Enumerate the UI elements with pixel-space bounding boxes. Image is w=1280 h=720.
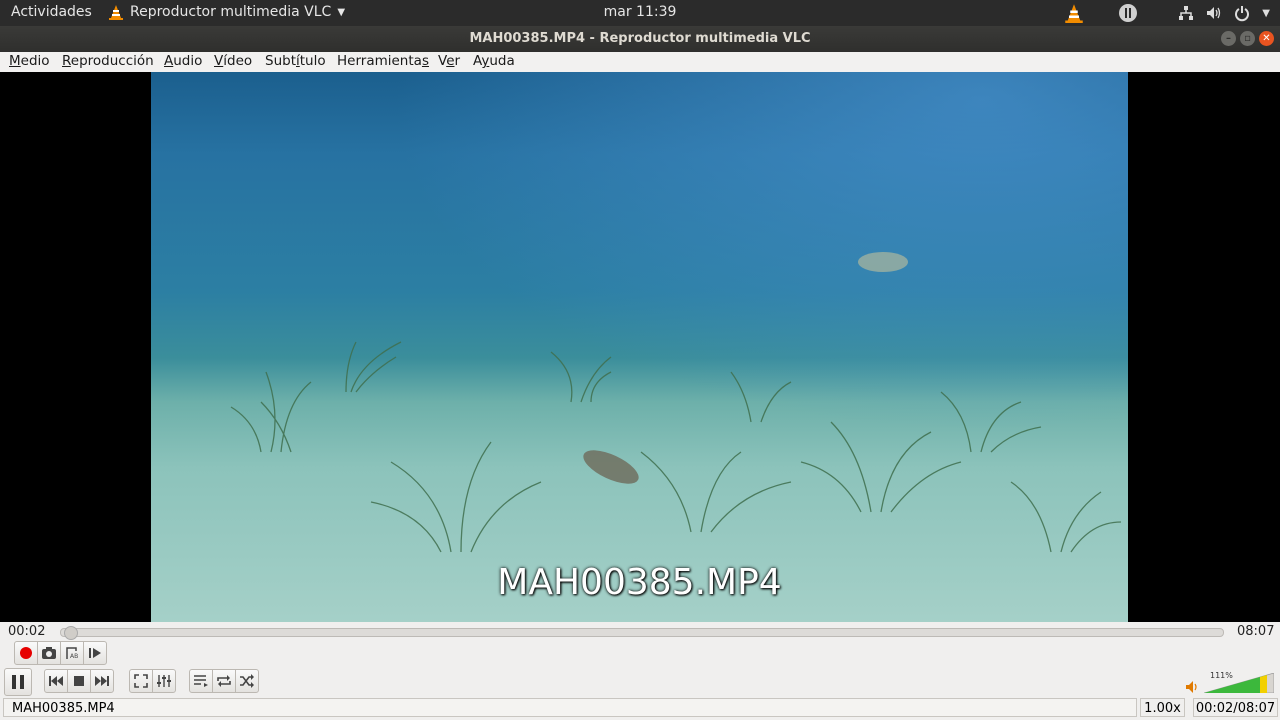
previous-button[interactable]: [44, 669, 68, 693]
window-titlebar[interactable]: MAH00385.MP4 - Reproductor multimedia VL…: [0, 26, 1280, 52]
volume-tray-icon[interactable]: [1206, 3, 1222, 23]
menu-ayuda[interactable]: Ayuda: [473, 53, 515, 69]
frame-step-button[interactable]: [83, 641, 107, 665]
clock-label: mar 11:39: [603, 4, 677, 20]
stop-icon: [74, 676, 84, 686]
shuffle-button[interactable]: [235, 669, 259, 693]
menu-video[interactable]: Vídeo: [214, 53, 252, 69]
menu-medio[interactable]: Medio: [9, 53, 50, 69]
fish-shape: [858, 252, 908, 272]
menu-subtitulo[interactable]: Subtítulo: [265, 53, 326, 69]
camera-icon: [42, 647, 56, 659]
video-area[interactable]: MAH00385.MP4: [0, 72, 1280, 622]
pause-icon: [12, 675, 24, 689]
next-button[interactable]: [90, 669, 114, 693]
status-bar: MAH00385.MP4 1.00x 00:02/08:07: [0, 698, 1280, 720]
loop-ab-button[interactable]: AB: [60, 641, 84, 665]
frame-step-icon: [89, 648, 101, 658]
menu-audio[interactable]: Audio: [164, 53, 202, 69]
fullscreen-icon: [134, 674, 148, 688]
top-panel: Actividades Reproductor multimedia VLC ▼…: [0, 0, 1280, 26]
stop-button[interactable]: [67, 669, 91, 693]
menu-bar: Medio Reproducción Audio Vídeo Subtítulo…: [0, 52, 1280, 72]
time-position[interactable]: 00:02/08:07: [1193, 698, 1278, 717]
record-icon: [20, 647, 32, 659]
vlc-tray-icon[interactable]: [1064, 3, 1084, 23]
loop-icon: [217, 675, 231, 687]
network-icon[interactable]: [1178, 3, 1194, 23]
svg-text:AB: AB: [70, 653, 78, 660]
previous-icon: [49, 676, 63, 686]
playback-rate[interactable]: 1.00x: [1140, 698, 1185, 717]
extended-settings-button[interactable]: [152, 669, 176, 693]
total-time[interactable]: 08:07: [1237, 624, 1274, 639]
shuffle-icon: [240, 674, 254, 688]
video-frame[interactable]: MAH00385.MP4: [151, 72, 1128, 622]
equalizer-icon: [157, 675, 171, 687]
video-title-overlay: MAH00385.MP4: [497, 562, 782, 603]
menu-herramientas[interactable]: Herramientas: [337, 53, 429, 69]
playlist-icon: [194, 675, 208, 687]
menu-reproduccion[interactable]: Reproducción: [62, 53, 154, 69]
menu-ver[interactable]: Ver: [438, 53, 460, 69]
playlist-button[interactable]: [189, 669, 213, 693]
loop-button[interactable]: [212, 669, 236, 693]
close-button[interactable]: ✕: [1259, 31, 1274, 46]
underwater-scene-image: [151, 72, 1128, 622]
status-filename: MAH00385.MP4: [3, 698, 1137, 717]
system-tray: ▼: [1064, 3, 1270, 23]
volume-control[interactable]: 111%: [1186, 671, 1276, 695]
window-title: MAH00385.MP4 - Reproductor multimedia VL…: [469, 31, 811, 46]
snapshot-button[interactable]: [37, 641, 61, 665]
minimize-button[interactable]: –: [1221, 31, 1236, 46]
volume-slider[interactable]: [1204, 673, 1274, 693]
pause-indicator-icon[interactable]: [1118, 3, 1138, 23]
next-icon: [95, 676, 109, 686]
record-button[interactable]: [14, 641, 38, 665]
seek-slider[interactable]: [60, 626, 1224, 640]
speaker-icon[interactable]: [1186, 681, 1200, 693]
elapsed-time[interactable]: 00:02: [8, 624, 45, 639]
control-panel: 00:02 08:07 AB 111% MAH00385.MP4 1.00x 0…: [0, 622, 1280, 720]
fullscreen-button[interactable]: [129, 669, 153, 693]
loop-ab-icon: AB: [66, 647, 78, 660]
maximize-button[interactable]: ▫: [1240, 31, 1255, 46]
pause-button[interactable]: [4, 668, 32, 696]
chevron-down-icon[interactable]: ▼: [1262, 8, 1270, 19]
seek-handle[interactable]: [63, 626, 78, 640]
power-icon[interactable]: [1234, 3, 1250, 23]
